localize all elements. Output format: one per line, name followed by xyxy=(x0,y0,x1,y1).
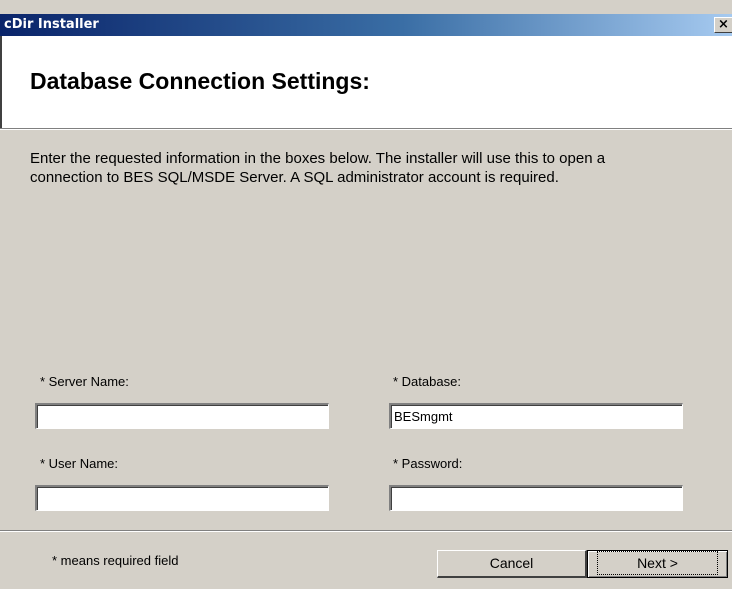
password-input[interactable] xyxy=(389,485,683,511)
user-name-input[interactable] xyxy=(35,485,329,511)
database-label: * Database: xyxy=(393,374,461,389)
title-bar[interactable]: cDir Installer × xyxy=(0,14,732,36)
database-input[interactable]: BESmgmt xyxy=(389,403,683,429)
footer-divider xyxy=(0,530,732,532)
close-button[interactable]: × xyxy=(714,17,732,33)
next-button-label: Next > xyxy=(597,551,718,575)
next-button[interactable]: Next > xyxy=(587,550,728,578)
close-icon: × xyxy=(718,17,729,32)
instructions-text: Enter the requested information in the b… xyxy=(30,150,606,186)
window-title: cDir Installer xyxy=(4,17,99,32)
server-name-label: * Server Name: xyxy=(40,374,129,389)
user-name-label: * User Name: xyxy=(40,456,119,471)
header-divider xyxy=(0,128,732,130)
server-name-input[interactable] xyxy=(35,403,329,429)
cancel-button[interactable]: Cancel xyxy=(437,550,587,578)
password-label: * Password: xyxy=(393,456,463,471)
required-field-note: * means required field xyxy=(52,553,179,568)
header-panel: Database Connection Settings: xyxy=(0,36,732,128)
page-title: Database Connection Settings: xyxy=(30,68,370,94)
